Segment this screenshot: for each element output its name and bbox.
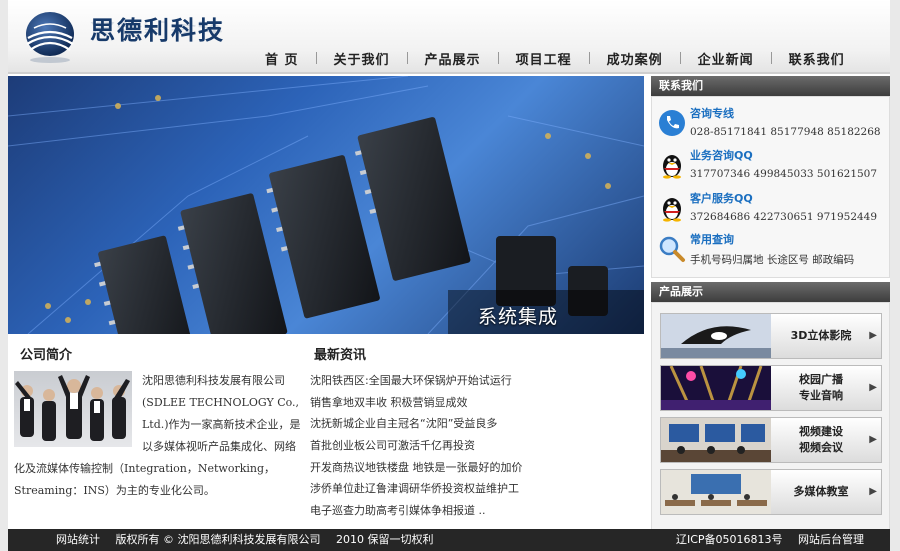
product-label-line: 专业音响: [799, 389, 843, 402]
news-title: 最新资讯: [314, 348, 367, 363]
lookup-links[interactable]: 手机号码归属地 长途区号 邮政编码: [690, 252, 854, 267]
news-item[interactable]: 沈抚新城企业自主冠名“沈阳”受益良多: [310, 413, 640, 435]
contact-title[interactable]: 业务咨询QQ: [690, 147, 753, 163]
conference-room-image: [661, 418, 771, 462]
contact-title[interactable]: 客户服务QQ: [690, 190, 753, 206]
product-label-line: 多媒体教室: [793, 485, 849, 498]
arrow-right-icon: ▶: [869, 330, 877, 341]
arrow-right-icon: ▶: [869, 434, 877, 445]
product-campus-broadcast[interactable]: 校园广播 专业音响 ▶: [660, 365, 882, 411]
page: 思德利科技 思德利科技 首 页 关于我们 产品展示 项目工程 成功案例 企业新闻…: [8, 0, 890, 551]
nav-projects[interactable]: 项目工程: [499, 49, 589, 68]
site-footer: 网站统计 版权所有 © 沈阳思德利科技发展有限公司 2010 保留一切权利 辽I…: [8, 529, 890, 551]
product-label: 视频建设 视频会议: [773, 418, 869, 462]
right-sidebar: 联系我们 咨询专线 028-85171841 85177948 85182268: [651, 76, 890, 532]
intro-text: 沈阳思德利科技发展有限公司(SDLEE TECHNOLOGY Co., Ltd.…: [14, 370, 304, 502]
circuit-board-image: [8, 76, 644, 334]
news-item[interactable]: 沈阳铁西区:全国最大环保锅炉开始试运行: [310, 370, 640, 392]
rights-text: 2010 保留一切权利: [336, 533, 434, 546]
footer-right: 辽ICP备05016813号 网站后台管理: [676, 529, 876, 551]
arrow-right-icon: ▶: [869, 486, 877, 497]
arrow-right-icon: ▶: [869, 382, 877, 393]
news-item[interactable]: 首批创业板公司可激活千亿再投资: [310, 435, 640, 457]
icp-license-link[interactable]: 辽ICP备05016813号: [676, 533, 783, 546]
logo-globe-icon[interactable]: [20, 8, 80, 64]
contact-value: 028-85171841 85177948 85182268: [690, 126, 881, 138]
nav-cases[interactable]: 成功案例: [590, 49, 680, 68]
product-label-line: 视频建设: [799, 425, 843, 438]
product-label-line: 视频会议: [799, 441, 843, 454]
nav-news[interactable]: 企业新闻: [681, 49, 771, 68]
contact-title[interactable]: 咨询专线: [690, 105, 734, 121]
news-list: 沈阳铁西区:全国最大环保锅炉开始试运行 销售拿地双丰收 积极营销显成效 沈抚新城…: [310, 370, 640, 522]
nav-home[interactable]: 首 页: [248, 49, 316, 68]
concert-stage-image: [661, 366, 771, 410]
qq-penguin-icon: [663, 155, 681, 179]
contact-header: 联系我们: [651, 76, 890, 96]
site-header: 思德利科技 思德利科技 首 页 关于我们 产品展示 项目工程 成功案例 企业新闻…: [8, 0, 890, 74]
product-label-line: 3D立体影院: [790, 329, 852, 342]
nav-about[interactable]: 关于我们: [317, 49, 407, 68]
nav-contact[interactable]: 联系我们: [772, 49, 862, 68]
product-label-line: 校园广播: [799, 373, 843, 386]
product-label: 校园广播 专业音响: [773, 366, 869, 410]
main-nav: 首 页 关于我们 产品展示 项目工程 成功案例 企业新闻 联系我们: [248, 48, 862, 68]
news-item[interactable]: 电子巡查力助高考引媒体争相报道 ..: [310, 500, 640, 522]
qq-penguin-icon: [663, 198, 681, 222]
hero-banner: 系统集成: [8, 76, 644, 334]
banner-caption: 系统集成: [478, 306, 559, 328]
product-3d-cinema[interactable]: 3D立体影院 ▶: [660, 313, 882, 359]
nav-products[interactable]: 产品展示: [408, 49, 498, 68]
phone-icon: [659, 110, 685, 136]
products-panel: 3D立体影院 ▶ 校园广播 专业音响 ▶ 视频建设 视频会议 ▶ 多媒体教室 ▶: [651, 302, 890, 532]
site-stats-link[interactable]: 网站统计: [56, 533, 100, 546]
magnifier-icon: [659, 236, 685, 262]
contact-value: 372684686 422730651 971952449: [690, 211, 878, 223]
news-item[interactable]: 开发商热议地铁楼盘 地铁是一张最好的加价: [310, 457, 640, 479]
news-item[interactable]: 涉侨单位赴辽鲁津调研华侨投资权益维护工: [310, 478, 640, 500]
classroom-image: [661, 470, 771, 514]
copyright-text: 版权所有 © 沈阳思德利科技发展有限公司: [115, 533, 321, 546]
products-header: 产品展示: [651, 282, 890, 302]
3d-cinema-image: [661, 314, 771, 358]
product-label: 3D立体影院: [773, 314, 869, 358]
footer-left: 网站统计 版权所有 © 沈阳思德利科技发展有限公司 2010 保留一切权利: [56, 529, 446, 551]
intro-title: 公司简介: [20, 348, 73, 363]
contact-panel: 咨询专线 028-85171841 85177948 85182268 业务咨询…: [651, 96, 890, 278]
product-video-conference[interactable]: 视频建设 视频会议 ▶: [660, 417, 882, 463]
contact-value: 317707346 499845033 501621507: [690, 168, 878, 180]
admin-login-link[interactable]: 网站后台管理: [798, 533, 864, 546]
contact-title[interactable]: 常用查询: [690, 231, 734, 247]
product-label: 多媒体教室: [773, 470, 869, 514]
product-multimedia-classroom[interactable]: 多媒体教室 ▶: [660, 469, 882, 515]
brand-reflection: 思德利科技: [90, 19, 226, 36]
photo-spacer: [14, 370, 142, 456]
news-item[interactable]: 销售拿地双丰收 积极营销显成效: [310, 392, 640, 414]
